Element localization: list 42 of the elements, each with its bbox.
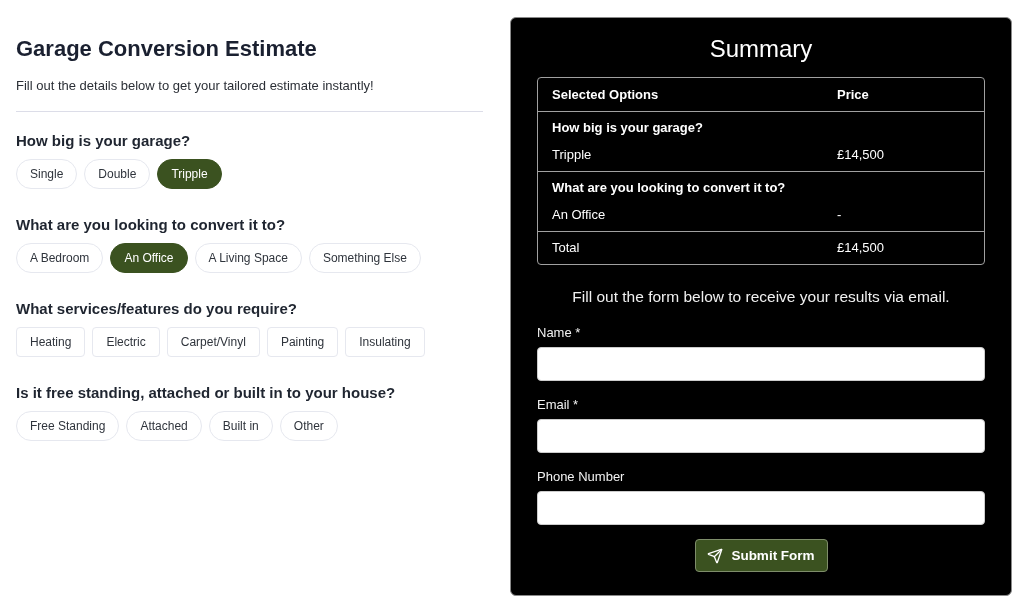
feature-toggle[interactable]: Painting <box>266 327 339 357</box>
table-cell-text: Tripple <box>552 145 593 164</box>
field-label: Email * <box>537 396 579 413</box>
send-icon <box>707 547 724 564</box>
option-pill[interactable]: Other <box>279 411 338 441</box>
table-cell-text: An Office <box>552 205 607 224</box>
summary-question: What are you looking to convert it to? <box>552 179 787 198</box>
summary-title: Summary <box>709 34 813 64</box>
field-label: Name * <box>537 324 581 341</box>
feature-toggle[interactable]: Insulating <box>345 327 425 357</box>
option-pill[interactable]: A Bedroom <box>16 243 104 273</box>
total-label: Total <box>552 239 581 257</box>
option-pill[interactable]: Built in <box>208 411 273 441</box>
field-label: Phone Number <box>537 468 625 485</box>
column-header: Price <box>837 85 870 104</box>
option-pill[interactable]: A Living Space <box>194 243 302 273</box>
option-pill[interactable]: Double <box>84 159 151 189</box>
option-pill[interactable]: Single <box>16 159 78 189</box>
option-pill[interactable]: Free Standing <box>16 411 120 441</box>
submit-button[interactable]: Submit Form <box>694 539 828 572</box>
page-title: Garage Conversion Estimate <box>16 35 318 63</box>
input-field[interactable] <box>537 419 985 453</box>
form-intro: Fill out the form below to receive your results via email. <box>572 287 950 307</box>
page-subtitle: Fill out the details below to get your tailored estimate instantly! <box>16 77 375 95</box>
table-cell-text: - <box>837 205 843 224</box>
question-heading: How big is your garage? <box>16 131 192 151</box>
feature-toggle[interactable]: Heating <box>16 327 86 357</box>
column-header: Selected Options <box>552 85 660 104</box>
total-price: £14,500 <box>837 239 885 257</box>
input-field[interactable] <box>537 347 985 381</box>
feature-toggle[interactable]: Electric <box>92 327 160 357</box>
table-cell-text: £14,500 <box>837 145 885 164</box>
input-field[interactable] <box>537 491 985 525</box>
option-pill[interactable]: An Office <box>110 243 188 273</box>
question-heading: What services/features do you require? <box>16 299 298 319</box>
option-pill[interactable]: Tripple <box>157 159 222 189</box>
question-heading: What are you looking to convert it to? <box>16 215 287 235</box>
option-pill[interactable]: Something Else <box>308 243 421 273</box>
feature-toggle[interactable]: Carpet/Vinyl <box>166 327 260 357</box>
question-heading: Is it free standing, attached or built in to your house? <box>16 383 397 403</box>
summary-question: How big is your garage? <box>552 119 704 138</box>
option-pill[interactable]: Attached <box>126 411 202 441</box>
